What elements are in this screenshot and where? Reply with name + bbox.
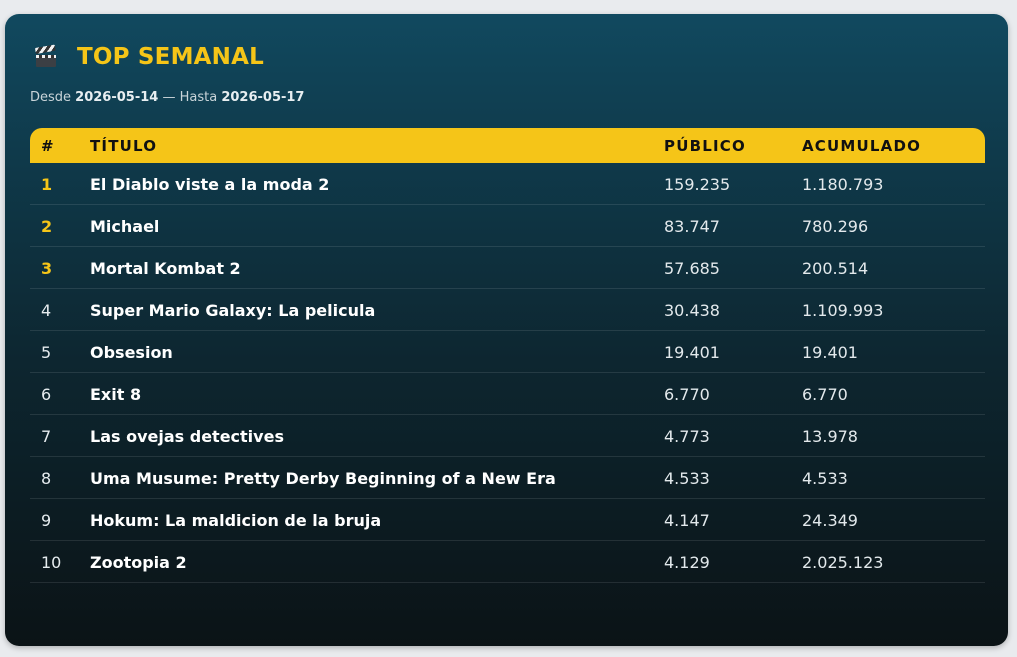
ranking-table: # TÍTULO PÚBLICO ACUMULADO 1 El Diablo vi… [30, 128, 985, 583]
row-rank: 2 [41, 217, 53, 236]
row-acumulado: 24.349 [802, 511, 858, 530]
row-publico: 4.129 [664, 553, 710, 572]
table-row: 10 Zootopia 2 4.129 2.025.123 [30, 541, 985, 583]
column-header-acumulado: ACUMULADO [802, 137, 922, 155]
row-title: Exit 8 [90, 385, 142, 404]
column-header-rank: # [41, 137, 55, 155]
row-title: Las ovejas detectives [90, 427, 284, 446]
table-body: 1 El Diablo viste a la moda 2 159.235 1.180… [30, 163, 985, 583]
row-rank: 4 [41, 301, 52, 320]
row-title: Uma Musume: Pretty Derby Beginning of a … [90, 469, 556, 488]
row-acumulado: 200.514 [802, 259, 869, 278]
row-title: Hokum: La maldicion de la bruja [90, 511, 382, 530]
row-publico: 4.533 [664, 469, 710, 488]
row-publico: 4.147 [664, 511, 710, 530]
row-rank: 7 [41, 427, 52, 446]
row-title: Mortal Kombat 2 [90, 259, 241, 278]
table-row: 3 Mortal Kombat 2 57.685 200.514 [30, 247, 985, 289]
date-from-label: Desde [30, 90, 72, 105]
row-rank: 10 [41, 553, 62, 572]
date-to: 2026-05-17 [221, 90, 305, 105]
row-publico: 83.747 [664, 217, 720, 236]
row-title: El Diablo viste a la moda 2 [90, 175, 330, 194]
row-rank: 8 [41, 469, 52, 488]
row-publico: 6.770 [664, 385, 710, 404]
table-header: # TÍTULO PÚBLICO ACUMULADO [30, 128, 985, 163]
row-acumulado: 19.401 [802, 343, 858, 362]
row-title: Super Mario Galaxy: La pelicula [90, 301, 376, 320]
column-header-title: TÍTULO [90, 137, 158, 155]
table-row: 8 Uma Musume: Pretty Derby Beginning of a… [30, 457, 985, 499]
card-header: TOP SEMANAL [34, 44, 264, 70]
row-rank: 6 [41, 385, 52, 404]
page-title: TOP SEMANAL [77, 44, 264, 70]
row-publico: 159.235 [664, 175, 731, 194]
date-range: Desde 2026-05-14 — Hasta 2026-05-17 [30, 90, 304, 105]
table-row: 7 Las ovejas detectives 4.773 13.978 [30, 415, 985, 457]
table-row: 9 Hokum: La maldicion de la bruja 4.147 24.… [30, 499, 985, 541]
weekly-top-card: TOP SEMANAL Desde 2026-05-14 — Hasta 202… [5, 14, 1008, 646]
date-from: 2026-05-14 [75, 90, 159, 105]
row-publico: 19.401 [664, 343, 720, 362]
row-acumulado: 1.180.793 [802, 175, 884, 194]
row-rank: 9 [41, 511, 52, 530]
row-rank: 1 [41, 175, 53, 194]
row-acumulado: 6.770 [802, 385, 848, 404]
date-to-label: Hasta [179, 90, 218, 105]
row-acumulado: 1.109.993 [802, 301, 884, 320]
row-acumulado: 780.296 [802, 217, 869, 236]
row-rank: 3 [41, 259, 53, 278]
table-row: 4 Super Mario Galaxy: La pelicula 30.438 1.… [30, 289, 985, 331]
table-row: 6 Exit 8 6.770 6.770 [30, 373, 985, 415]
row-rank: 5 [41, 343, 52, 362]
table-row: 1 El Diablo viste a la moda 2 159.235 1.180… [30, 163, 985, 205]
row-acumulado: 4.533 [802, 469, 848, 488]
table-row: 5 Obsesion 19.401 19.401 [30, 331, 985, 373]
table-row: 2 Michael 83.747 780.296 [30, 205, 985, 247]
column-header-publico: PÚBLICO [664, 137, 746, 155]
row-acumulado: 2.025.123 [802, 553, 884, 572]
clapperboard-icon [34, 44, 57, 68]
row-publico: 30.438 [664, 301, 720, 320]
row-publico: 4.773 [664, 427, 710, 446]
row-publico: 57.685 [664, 259, 720, 278]
row-acumulado: 13.978 [802, 427, 858, 446]
row-title: Zootopia 2 [90, 553, 187, 572]
row-title: Obsesion [90, 343, 173, 362]
date-separator: — [162, 90, 176, 105]
row-title: Michael [90, 217, 160, 236]
